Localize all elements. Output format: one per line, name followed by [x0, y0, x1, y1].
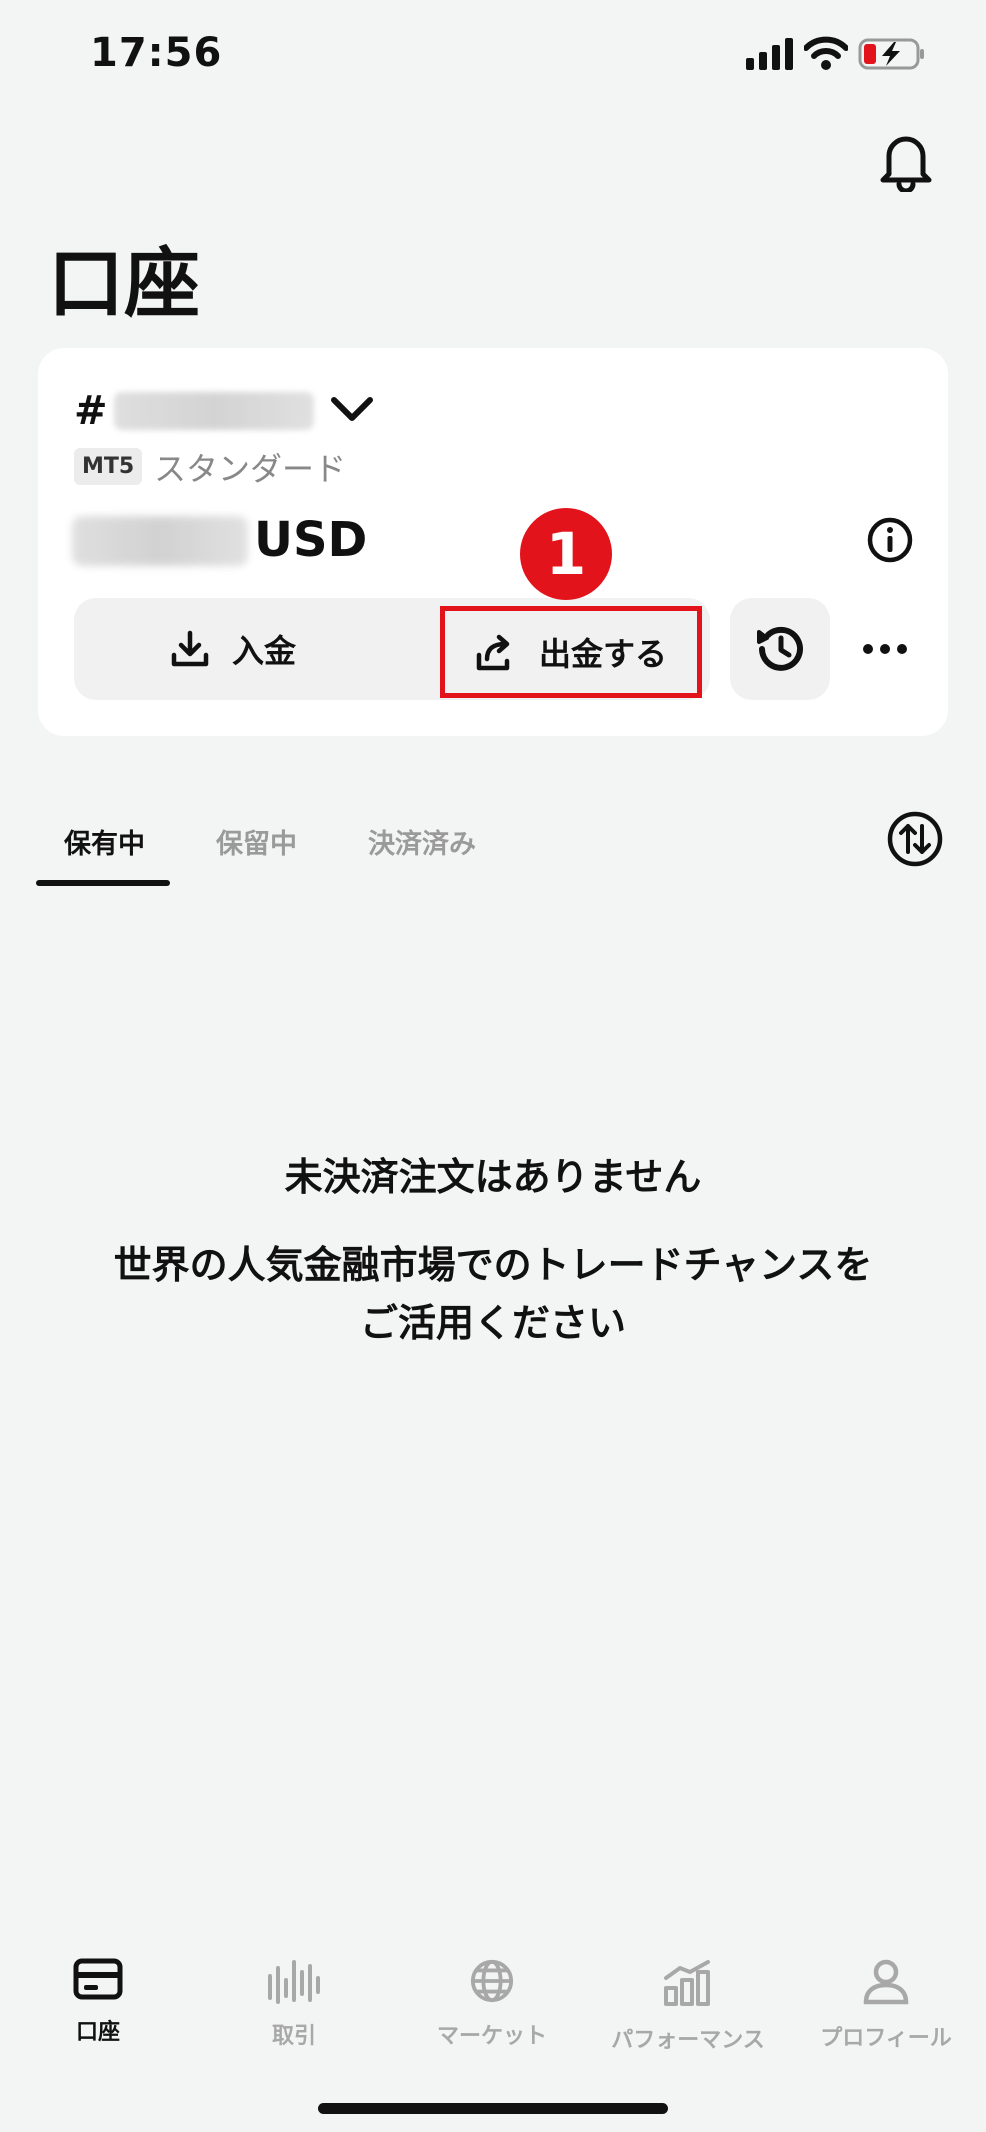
- nav-market[interactable]: マーケット: [394, 1958, 590, 2050]
- deposit-label: 入金: [231, 632, 296, 670]
- status-time: 17:56: [90, 30, 223, 76]
- wifi-icon: [804, 36, 848, 70]
- card-icon: [73, 1958, 123, 2000]
- deposit-button[interactable]: 入金: [74, 598, 392, 700]
- empty-state-title: 未決済注文はありません: [284, 1155, 702, 1199]
- history-button[interactable]: [730, 598, 830, 700]
- nav-trade[interactable]: 取引: [196, 1958, 392, 2050]
- nav-market-label: マーケット: [436, 2024, 547, 2049]
- account-number[interactable]: #: [74, 388, 314, 434]
- globe-icon: [470, 1959, 514, 2003]
- account-number-prefix: #: [74, 388, 108, 434]
- info-icon[interactable]: [866, 516, 914, 564]
- tab-holding[interactable]: 保有中: [64, 822, 145, 861]
- nav-trade-label: 取引: [271, 2024, 316, 2049]
- battery-charging-icon: [858, 38, 924, 70]
- download-icon: [171, 630, 209, 667]
- nav-profile[interactable]: プロフィール: [788, 1958, 984, 2052]
- account-number-redacted: [113, 392, 314, 430]
- tab-settled[interactable]: 決済済み: [368, 822, 476, 861]
- account-type: スタンダード: [154, 450, 347, 488]
- notification-bell-icon[interactable]: [875, 130, 937, 192]
- chevron-down-icon[interactable]: [330, 394, 374, 424]
- nav-profile-label: プロフィール: [820, 2026, 952, 2051]
- sort-icon[interactable]: [886, 810, 944, 868]
- page-title: 口座: [48, 239, 200, 328]
- nav-account-label: 口座: [75, 2020, 120, 2045]
- tab-pending[interactable]: 保留中: [216, 822, 297, 861]
- empty-state-description: 世界の人気金融市場でのトレードチャンスをご活用ください: [113, 1243, 873, 1345]
- withdraw-button[interactable]: 出金する: [440, 606, 702, 698]
- performance-chart-icon: [664, 1960, 710, 2006]
- nav-account[interactable]: 口座: [0, 1958, 196, 2046]
- balance-redacted: [72, 516, 248, 566]
- home-indicator: [318, 2103, 668, 2114]
- share-upload-icon: [476, 634, 510, 671]
- history-icon: [757, 626, 803, 671]
- person-icon: [863, 1959, 909, 2005]
- active-tab-indicator: [36, 880, 170, 886]
- withdraw-label: 出金する: [538, 635, 667, 673]
- more-options-icon[interactable]: [862, 628, 908, 670]
- nav-performance[interactable]: パフォーマンス: [590, 1958, 786, 2054]
- candles-icon: [268, 1960, 320, 2004]
- nav-performance-label: パフォーマンス: [611, 2028, 765, 2053]
- cellular-signal-icon: [746, 38, 794, 70]
- step-number-badge: 1: [520, 508, 612, 600]
- platform-badge: MT5: [74, 448, 143, 485]
- balance-currency: USD: [254, 512, 368, 568]
